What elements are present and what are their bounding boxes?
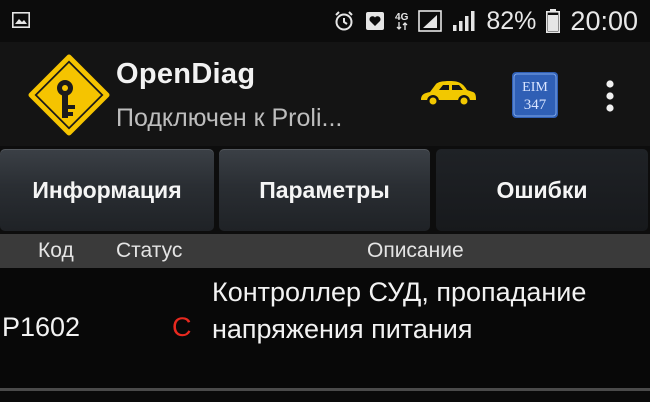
clock: 20:00 [570,5,638,36]
table-header: Код Статус Описание [0,234,650,268]
ecu-badge-line2: 347 [524,97,547,113]
heart-notification-icon [365,11,385,31]
error-code: P1602 [2,312,81,342]
tab-information-label: Информация [32,176,182,203]
network-4g-icon: 4G [395,11,409,30]
tab-errors[interactable]: Ошибки [436,149,648,231]
sim-signal-icon [418,10,443,32]
ecu-badge-line1: EIM [522,80,548,95]
tab-parameters-label: Параметры [259,176,390,203]
signal-icon [452,10,476,32]
car-icon[interactable] [418,78,478,110]
error-description: Контроллер СУД, пропадание напряжения пи… [212,277,587,344]
battery-icon [546,9,561,33]
column-header-code: Код [38,239,74,262]
column-header-description: Описание [367,239,464,262]
app-screen: 4G 82% 20:00 OpenDiag Подключен к Proli.… [0,0,650,402]
table-row[interactable]: P1602 C Контроллер СУД, пропадание напря… [0,268,650,388]
tab-information[interactable]: Информация [0,149,214,231]
network-type-label: 4G [395,11,409,23]
tab-bar: Информация Параметры Ошибки [0,146,650,234]
app-title: OpenDiag [116,58,256,90]
battery-percent: 82% [486,6,537,35]
column-header-status: Статус [116,239,183,262]
status-bar: 4G 82% 20:00 [0,0,650,42]
error-status: C [172,312,192,342]
app-bar: OpenDiag Подключен к Proli... EIM 347 [0,42,650,146]
app-logo-icon[interactable] [28,54,110,136]
ecu-icon[interactable]: EIM 347 [512,72,558,118]
tab-errors-label: Ошибки [496,176,588,203]
overflow-menu-icon[interactable] [600,78,620,118]
gallery-icon [12,12,30,28]
status-icons: 4G 82% 20:00 [333,0,638,42]
alarm-icon [333,10,355,32]
tab-parameters[interactable]: Параметры [219,149,430,231]
list-background [0,391,650,402]
connection-status: Подключен к Proli... [116,104,343,132]
